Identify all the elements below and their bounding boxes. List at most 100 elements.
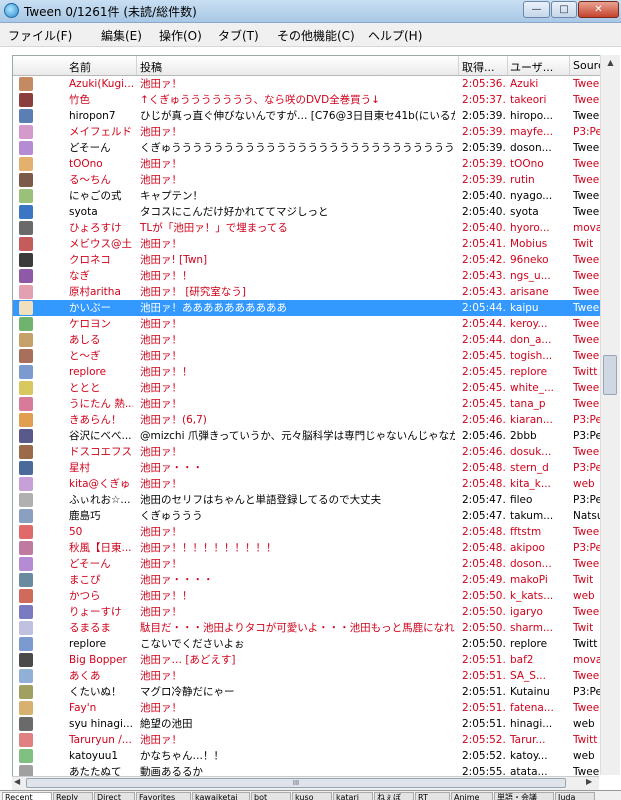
avatar-icon[interactable] [19, 253, 33, 267]
timeline-row[interactable]: どそーん 池田ァ！ 2:05:48... doson... Twee [13, 556, 600, 572]
timeline-list[interactable]: 名前 投稿 取得... ユーザ... Sourc Azuki(Kugi... 池田… [12, 55, 600, 776]
timeline-row[interactable]: かいぷー 池田ァ！ああああああああああ 2:05:44... kaipu Twee [13, 300, 600, 316]
column-header-user[interactable]: ユーザ... [510, 59, 556, 75]
column-header-text[interactable]: 投稿 [140, 59, 440, 75]
timeline-row[interactable]: クロネコ 池田ァ! [Twn] 2:05:42... 96neko Twee [13, 252, 600, 268]
timeline-row[interactable]: Big Bopper 池田ァ… [あどえす] 2:05:51... baf2 mova [13, 652, 600, 668]
timeline-row[interactable]: kita@くぎゅ池田ァ！ 2:05:48... kita_k... web [13, 476, 600, 492]
timeline-row[interactable]: る～ちん 池田ァ！ 2:05:39... rutin Twee [13, 172, 600, 188]
tab-favorites[interactable]: Favorites [136, 792, 191, 800]
timeline-row[interactable]: うにたん 熱... 池田ァ！ 2:05:45... tana_p Twee [13, 396, 600, 412]
avatar-icon[interactable] [19, 541, 33, 555]
timeline-row[interactable]: なぎ 池田ァ！！ 2:05:43... ngs_u... Twee [13, 268, 600, 284]
timeline-row[interactable]: Taruryun /... 池田ァ！ 2:05:52... Tarur... Twitt [13, 732, 600, 748]
avatar-icon[interactable] [19, 285, 33, 299]
tab-bot[interactable]: bot [251, 792, 291, 800]
menu-operation[interactable]: 操作(O) [159, 27, 202, 44]
tab-reply[interactable]: Reply [53, 792, 93, 800]
maximize-button[interactable]: □ [551, 1, 577, 18]
timeline-row[interactable]: あくあ 池田ァ！ 2:05:51... SA_S... Twee [13, 668, 600, 684]
column-header-source[interactable]: Sourc [573, 59, 600, 72]
scroll-up-icon[interactable]: ▲ [602, 55, 619, 71]
timeline-row[interactable]: syota タコスにこんだけ好かれててマジしっと 2:05:40... syota Tw… [13, 204, 600, 220]
avatar-icon[interactable] [19, 493, 33, 507]
timeline-row[interactable]: ふぃれお☆... 池田のセリフはちゃんと単語登録してるので大丈夫 2:05:47..… [13, 492, 600, 508]
avatar-icon[interactable] [19, 589, 33, 603]
timeline-row[interactable]: ひょろすけ TLが「池田ァ！」で埋まってる 2:05:40... hyoro... mo… [13, 220, 600, 236]
avatar-icon[interactable] [19, 333, 33, 347]
avatar-icon[interactable] [19, 173, 33, 187]
vertical-scroll-thumb[interactable] [603, 355, 617, 395]
minimize-button[interactable]: — [523, 1, 550, 18]
avatar-icon[interactable] [19, 525, 33, 539]
scroll-right-icon[interactable]: ▶ [586, 777, 592, 786]
timeline-row[interactable]: 星村 池田ァ・・・ 2:05:48... stern_d P3:Pe [13, 460, 600, 476]
timeline-row[interactable]: 谷沢にべべ... @mizchi 爪弾きっていうか、元々脳科学は専門じゃないんじゃ… [13, 428, 600, 444]
avatar-icon[interactable] [19, 77, 33, 91]
timeline-row[interactable]: syu hinagi... 絶望の池田 2:05:51... hinagi... web [13, 716, 600, 732]
timeline-row[interactable]: ドスコエフス... 池田ァ！ 2:05:46... dosuk... Twee [13, 444, 600, 460]
timeline-row[interactable]: replore こないでくださいよぉ 2:05:50... replore Twitt [13, 636, 600, 652]
avatar-icon[interactable] [19, 429, 33, 443]
timeline-row[interactable]: hiropon7 ひじが真っ直ぐ伸びないんですが… [C76@3日目東セ41b(に… [13, 108, 600, 124]
avatar-icon[interactable] [19, 637, 33, 651]
avatar-icon[interactable] [19, 685, 33, 699]
menu-help[interactable]: ヘルプ(H) [368, 27, 422, 44]
avatar-icon[interactable] [19, 125, 33, 139]
avatar-icon[interactable] [19, 141, 33, 155]
timeline-row[interactable]: かつら 池田ァ！！ 2:05:50... k_kats... web [13, 588, 600, 604]
menu-edit[interactable]: 編集(E) [101, 27, 142, 44]
avatar-icon[interactable] [19, 397, 33, 411]
horizontal-scroll-thumb[interactable]: III [26, 778, 566, 788]
avatar-icon[interactable] [19, 221, 33, 235]
column-divider[interactable] [569, 56, 570, 75]
timeline-row[interactable]: メビウス@土... 池田ァ！ 2:05:41... Mobius Twit [13, 236, 600, 252]
avatar-icon[interactable] [19, 205, 33, 219]
timeline-row[interactable]: tOOno 池田ァ！ 2:05:39... tOOno Twee [13, 156, 600, 172]
avatar-icon[interactable] [19, 557, 33, 571]
tab-kawaiketai[interactable]: kawaiketai [192, 792, 250, 800]
timeline-row[interactable]: replore 池田ァ！！ 2:05:45... replore Twitt [13, 364, 600, 380]
avatar-icon[interactable] [19, 317, 33, 331]
avatar-icon[interactable] [19, 733, 33, 747]
avatar-icon[interactable] [19, 717, 33, 731]
avatar-icon[interactable] [19, 461, 33, 475]
column-divider[interactable] [458, 56, 459, 75]
column-divider[interactable] [136, 56, 137, 75]
avatar-icon[interactable] [19, 413, 33, 427]
timeline-row[interactable]: あたたぬて 動画あるるか 2:05:55... atata... Twee [13, 764, 600, 776]
avatar-icon[interactable] [19, 381, 33, 395]
avatar-icon[interactable] [19, 621, 33, 635]
avatar-icon[interactable] [19, 237, 33, 251]
tab-anime[interactable]: Anime [451, 792, 493, 800]
avatar-icon[interactable] [19, 445, 33, 459]
timeline-row[interactable]: どそーん くぎゅううううううううううううううううううううううううううううううううう… [13, 140, 600, 156]
timeline-row[interactable]: katoyuu1 かなちゃん…！！ 2:05:52... katoy... web [13, 748, 600, 764]
avatar-icon[interactable] [19, 301, 33, 315]
timeline-row[interactable]: 原村aritha 池田ァ！ [研究室なう] 2:05:43... arisane Twe… [13, 284, 600, 300]
avatar-icon[interactable] [19, 365, 33, 379]
vertical-scrollbar[interactable]: ▲ [600, 55, 620, 775]
avatar-icon[interactable] [19, 605, 33, 619]
avatar-icon[interactable] [19, 109, 33, 123]
tab-word-meeting[interactable]: 単語・会議 [494, 792, 554, 800]
timeline-row[interactable]: にゃごの式 キャプテン！ 2:05:40... nyago... Twee [13, 188, 600, 204]
column-divider[interactable] [507, 56, 508, 75]
close-button[interactable]: ✕ [578, 1, 619, 18]
avatar-icon[interactable] [19, 573, 33, 587]
timeline-row[interactable]: Azuki(Kugi... 池田ァ！ 2:05:36... Azuki Twee [13, 76, 600, 92]
avatar-icon[interactable] [19, 157, 33, 171]
timeline-row[interactable]: 50 池田ァ！ 2:05:48... fftstm Twee [13, 524, 600, 540]
timeline-row[interactable]: と～ぎ 池田ァ！ 2:05:45... togish... Twee [13, 348, 600, 364]
avatar-icon[interactable] [19, 349, 33, 363]
tab-juda[interactable]: Juda [555, 792, 595, 800]
menu-other[interactable]: その他機能(C) [277, 27, 355, 44]
avatar-icon[interactable] [19, 509, 33, 523]
timeline-row[interactable]: 秋風【日東... 池田ァ！！！！！！！！！！ 2:05:48... akipoo P3:… [13, 540, 600, 556]
timeline-row[interactable]: ケロヨン 池田ァ！ 2:05:44... keroy... Twee [13, 316, 600, 332]
avatar-icon[interactable] [19, 653, 33, 667]
timeline-row[interactable]: きあらん！ 池田ァ！(6,7) 2:05:46... kiaran... P3:Pe [13, 412, 600, 428]
timeline-row[interactable]: 鹿島巧 くぎゅううう 2:05:47... takum... Natsu [13, 508, 600, 524]
timeline-row[interactable]: 竹色 ↑くぎゅううううううう、なら咲のDVD全巻買う↓ 2:05:37... take… [13, 92, 600, 108]
title-bar[interactable]: Tween 0/1261件 (未読/総件数) — □ ✕ [0, 0, 621, 23]
